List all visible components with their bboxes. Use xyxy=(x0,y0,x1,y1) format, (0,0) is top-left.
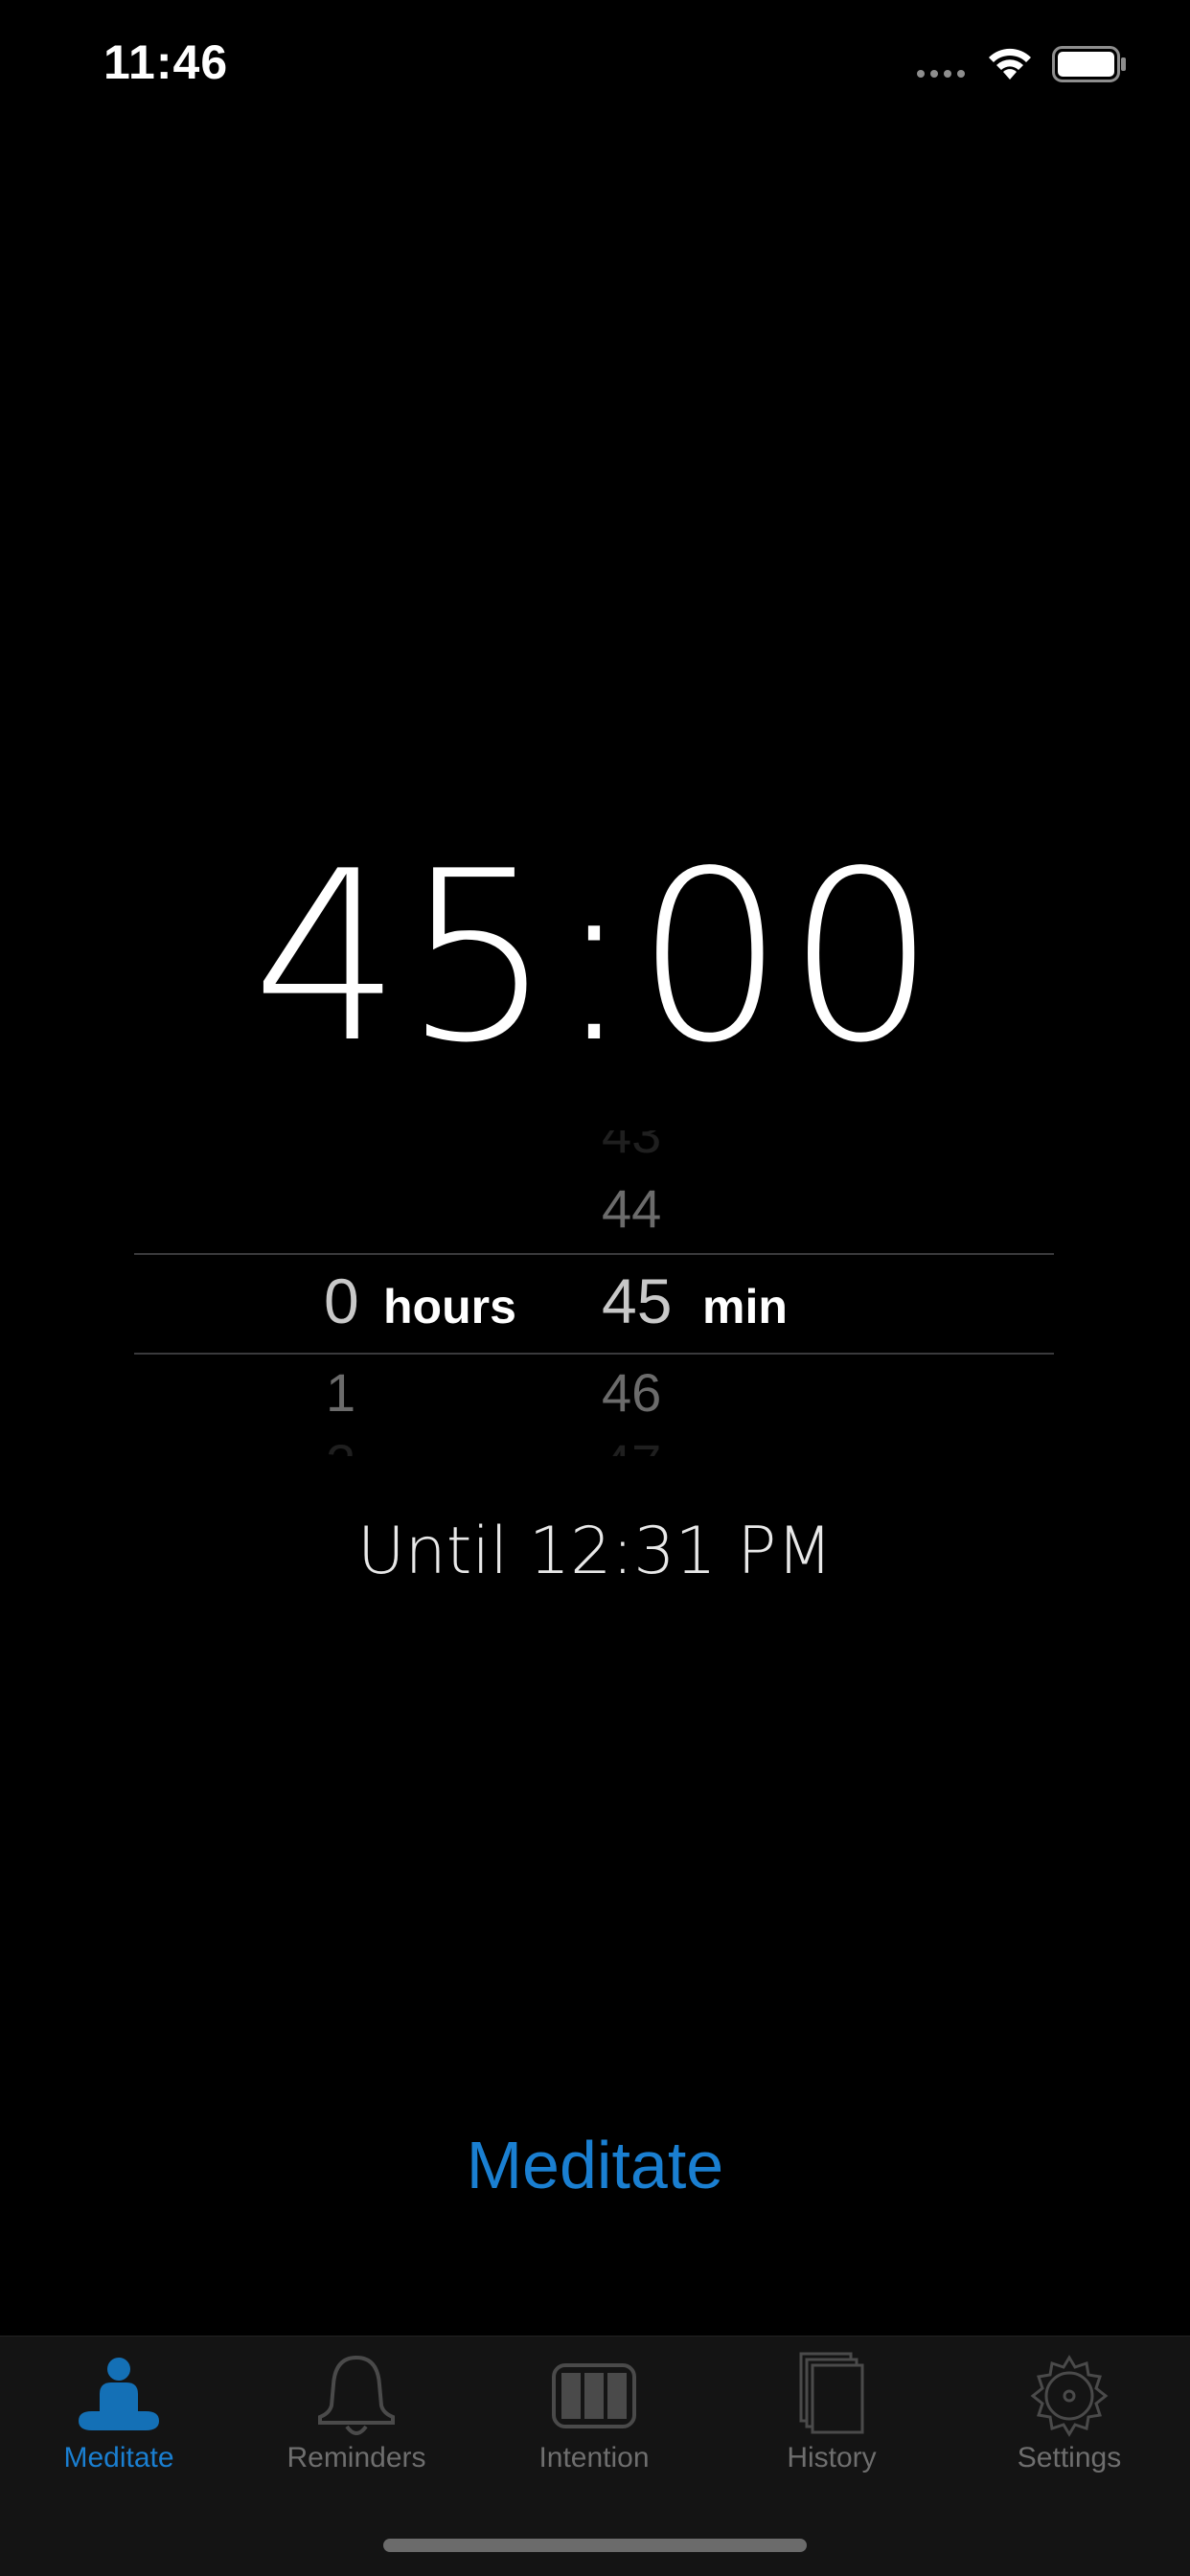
minutes-option-below-2[interactable]: 47 xyxy=(602,1433,661,1456)
tab-intention[interactable]: Intention xyxy=(475,2337,713,2499)
signal-dots-icon xyxy=(917,70,965,78)
battery-icon xyxy=(1052,46,1126,82)
minutes-option-above-2[interactable]: 43 xyxy=(602,1130,661,1165)
tab-reminders[interactable]: Reminders xyxy=(238,2337,475,2499)
hours-option-below-2[interactable]: 2 xyxy=(326,1433,355,1456)
meditate-button[interactable]: Meditate xyxy=(403,2117,787,2213)
home-indicator[interactable] xyxy=(383,2539,807,2552)
minutes-option-below-1[interactable]: 46 xyxy=(602,1362,661,1424)
status-time: 11:46 xyxy=(103,35,229,89)
tab-settings[interactable]: Settings xyxy=(950,2337,1188,2499)
tab-meditate[interactable]: Meditate xyxy=(0,2337,238,2499)
tab-label-intention: Intention xyxy=(538,2442,650,2473)
hours-option-below-1[interactable]: 1 xyxy=(326,1362,355,1424)
intention-icon xyxy=(552,2363,636,2428)
timer-display: 45:00 xyxy=(251,821,939,1094)
picker-top-divider xyxy=(134,1253,1054,1255)
hours-selected[interactable]: 0 xyxy=(324,1269,359,1333)
duration-picker[interactable]: 1 2 0 hours 43 44 45 min 46 47 xyxy=(0,1130,1190,1456)
tab-label-history: History xyxy=(787,2442,877,2473)
minutes-selected[interactable]: 45 xyxy=(602,1269,672,1333)
minutes-unit-label: min xyxy=(702,1280,788,1334)
bell-icon xyxy=(318,2355,395,2435)
minutes-option-above-1[interactable]: 44 xyxy=(602,1178,661,1240)
gear-icon xyxy=(1030,2355,1109,2437)
end-time-label: Until 12:31 PM xyxy=(356,1514,834,1589)
picker-bottom-divider xyxy=(134,1353,1054,1355)
status-bar: 11:46 xyxy=(0,0,1190,134)
tab-history[interactable]: History xyxy=(713,2337,950,2499)
hours-unit-label: hours xyxy=(383,1280,516,1334)
history-icon xyxy=(799,2352,864,2434)
tab-label-meditate: Meditate xyxy=(63,2442,174,2473)
wifi-icon xyxy=(989,48,1031,80)
tab-label-settings: Settings xyxy=(1017,2442,1122,2473)
meditate-icon xyxy=(79,2358,159,2430)
tab-label-reminders: Reminders xyxy=(286,2442,426,2473)
